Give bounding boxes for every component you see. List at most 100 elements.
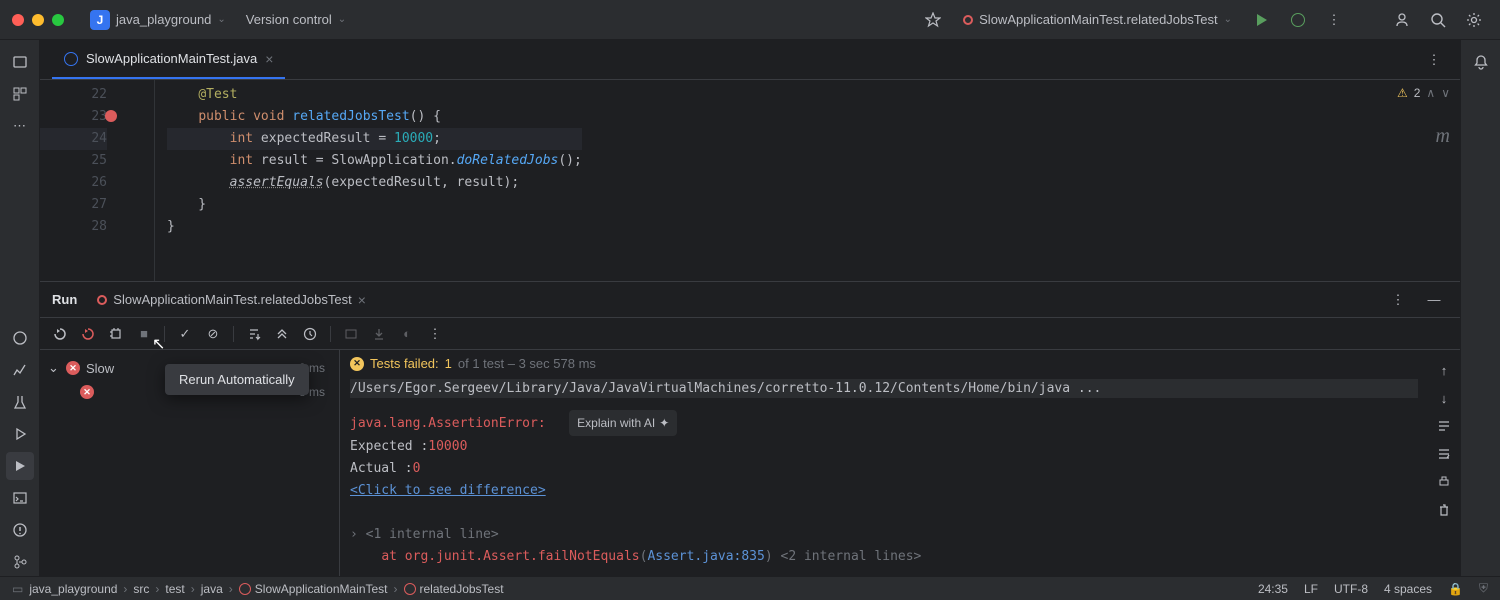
profiler-tool-icon[interactable] xyxy=(6,356,34,384)
history-button[interactable] xyxy=(298,322,322,346)
stack-link[interactable]: Assert.java:835 xyxy=(647,549,764,564)
expand-all-button[interactable] xyxy=(270,322,294,346)
left-tool-rail: ⋯ xyxy=(0,40,40,576)
settings-icon[interactable] xyxy=(1460,6,1488,34)
minimize-window-button[interactable] xyxy=(32,14,44,26)
readonly-lock-icon[interactable]: 🔒 xyxy=(1448,582,1463,596)
panel-options-icon[interactable]: ⋮ xyxy=(1384,286,1412,314)
scroll-up-icon[interactable]: ↑ xyxy=(1432,358,1456,382)
rerun-button[interactable] xyxy=(48,322,72,346)
fold-label: <1 internal line> xyxy=(366,527,499,542)
run-configuration-selector[interactable]: SlowApplicationMainTest.relatedJobsTest … xyxy=(955,8,1240,31)
run-session-tab[interactable]: SlowApplicationMainTest.relatedJobsTest … xyxy=(89,288,374,312)
project-tool-icon[interactable] xyxy=(6,48,34,76)
editor-tab[interactable]: SlowApplicationMainTest.java × xyxy=(52,40,285,79)
notifications-icon[interactable] xyxy=(1467,48,1495,76)
breadcrumb-item[interactable]: java xyxy=(201,582,223,596)
chevron-down-icon: ⌄ xyxy=(217,14,225,25)
coverage-button[interactable]: ◐ xyxy=(395,322,419,346)
build-tool-icon[interactable] xyxy=(6,388,34,416)
actual-label: Actual : xyxy=(350,461,413,476)
breadcrumb-item[interactable]: SlowApplicationMainTest xyxy=(239,582,388,596)
scroll-down-icon[interactable]: ↓ xyxy=(1432,386,1456,410)
inspection-widget[interactable]: ⚠ 2 ∧ ∨ xyxy=(1397,86,1450,100)
see-difference-link[interactable]: <Click to see difference> xyxy=(350,483,546,498)
test-fail-icon: ✕ xyxy=(80,385,94,399)
test-status-line: ✕ Tests failed: 1 of 1 test – 3 sec 578 … xyxy=(350,356,1418,371)
hide-panel-icon[interactable]: — xyxy=(1420,286,1448,314)
fullscreen-window-button[interactable] xyxy=(52,14,64,26)
code-area[interactable]: @Test public void relatedJobsTest() { in… xyxy=(155,80,582,281)
export-button[interactable] xyxy=(367,322,391,346)
test-config-icon xyxy=(963,15,973,25)
file-encoding[interactable]: UTF-8 xyxy=(1334,582,1368,596)
status-label: Tests failed: xyxy=(370,356,439,371)
warning-count: 2 xyxy=(1414,86,1421,100)
show-passed-button[interactable]: ✓ xyxy=(173,322,197,346)
show-ignored-button[interactable]: ⊘ xyxy=(201,322,225,346)
import-button[interactable] xyxy=(339,322,363,346)
warning-icon: ⚠ xyxy=(1397,86,1408,100)
status-bar: ▭ java_playground › src › test › java › … xyxy=(0,576,1500,600)
console-output[interactable]: ✕ Tests failed: 1 of 1 test – 3 sec 578 … xyxy=(340,350,1428,576)
close-window-button[interactable] xyxy=(12,14,24,26)
test-class-name: Slow xyxy=(86,361,114,376)
class-icon xyxy=(239,583,251,595)
toggle-auto-test-button[interactable] xyxy=(104,322,128,346)
expected-value: 10000 xyxy=(428,439,467,454)
run-tool-icon[interactable] xyxy=(6,452,34,480)
breadcrumb-item[interactable]: relatedJobsTest xyxy=(404,582,504,596)
vcs-menu[interactable]: Version control ⌄ xyxy=(240,8,352,31)
problems-tool-icon[interactable] xyxy=(6,516,34,544)
ai-chat-tool-icon[interactable] xyxy=(6,324,34,352)
inspection-shield-icon[interactable]: ⛨ xyxy=(1479,581,1488,596)
caret-position[interactable]: 24:35 xyxy=(1258,582,1288,596)
print-icon[interactable] xyxy=(1432,470,1456,494)
close-tab-icon[interactable]: × xyxy=(265,51,273,67)
terminal-tool-icon[interactable] xyxy=(6,484,34,512)
chevron-down-icon[interactable]: ∨ xyxy=(1441,86,1450,100)
breadcrumb-item[interactable]: java_playground xyxy=(29,582,117,596)
test-tree[interactable]: ↖ ⌄ ✕ Slow 8 ms ✕ 8 ms Rerun Automatical… xyxy=(40,350,340,576)
more-actions-button[interactable]: ⋮ xyxy=(1320,6,1348,34)
structure-tool-icon[interactable] xyxy=(6,80,34,108)
services-tool-icon[interactable] xyxy=(6,420,34,448)
fold-label: <2 internal lines> xyxy=(773,549,922,564)
sort-button[interactable] xyxy=(242,322,266,346)
project-badge: J xyxy=(90,10,110,30)
actual-value: 0 xyxy=(413,461,421,476)
breadcrumb-item[interactable]: test xyxy=(165,582,184,596)
scroll-to-end-icon[interactable] xyxy=(1432,442,1456,466)
breadcrumb-item[interactable]: src xyxy=(133,582,149,596)
fold-toggle[interactable]: › xyxy=(350,527,366,542)
more-tools-icon[interactable]: ⋯ xyxy=(6,112,34,140)
line-number: 26 xyxy=(40,172,107,194)
vcs-tool-icon[interactable] xyxy=(6,548,34,576)
tab-options-icon[interactable]: ⋮ xyxy=(1420,46,1448,74)
status-suffix: of 1 test – 3 sec 578 ms xyxy=(458,356,596,371)
soft-wrap-icon[interactable] xyxy=(1432,414,1456,438)
run-panel-header: Run SlowApplicationMainTest.relatedJobsT… xyxy=(40,282,1460,318)
line-number: 25 xyxy=(40,150,107,172)
explain-with-ai-button[interactable]: Explain with AI ✦ xyxy=(569,410,677,436)
gutter-run-icon[interactable] xyxy=(105,110,117,122)
error-class: java.lang.AssertionError: xyxy=(350,416,546,431)
debug-button[interactable] xyxy=(1284,6,1312,34)
titlebar: J java_playground ⌄ Version control ⌄ Sl… xyxy=(0,0,1500,40)
more-toolbar-icon[interactable]: ⋮ xyxy=(423,322,447,346)
compass-icon[interactable] xyxy=(919,6,947,34)
close-session-icon[interactable]: × xyxy=(358,292,366,308)
test-fail-icon: ✕ xyxy=(66,361,80,375)
code-with-me-icon[interactable] xyxy=(1388,6,1416,34)
clear-icon[interactable] xyxy=(1432,498,1456,522)
indent-setting[interactable]: 4 spaces xyxy=(1384,582,1432,596)
search-everywhere-icon[interactable] xyxy=(1424,6,1452,34)
chevron-up-icon[interactable]: ∧ xyxy=(1426,86,1435,100)
line-separator[interactable]: LF xyxy=(1304,582,1318,596)
run-button[interactable] xyxy=(1248,6,1276,34)
rerun-failed-button[interactable] xyxy=(76,322,100,346)
collapse-icon[interactable]: ⌄ xyxy=(48,360,60,376)
project-selector[interactable]: J java_playground ⌄ xyxy=(84,6,232,34)
code-editor[interactable]: 22 23 24 25 26 27 28 @Test public void r… xyxy=(40,80,1460,281)
status-fail-icon: ✕ xyxy=(350,357,364,371)
